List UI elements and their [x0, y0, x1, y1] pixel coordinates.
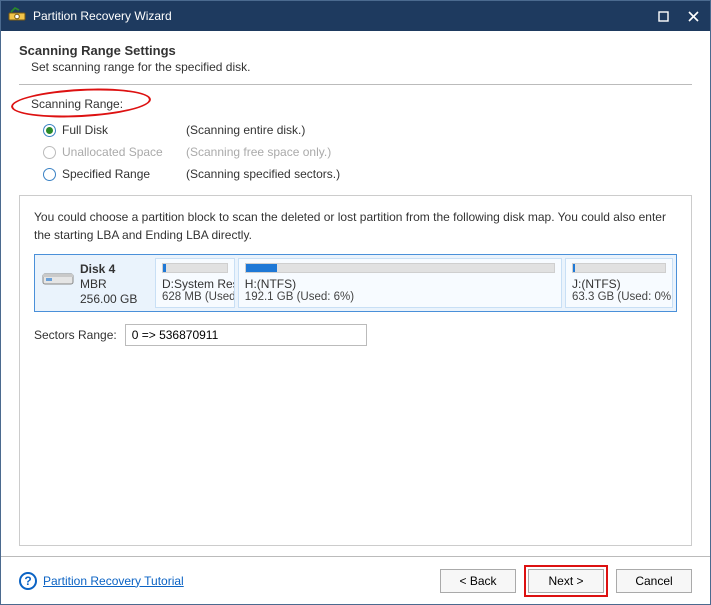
sectors-range-input[interactable]: [125, 324, 367, 346]
partition-label: J:(NTFS): [572, 277, 666, 291]
annotation-next-highlight: Next >: [524, 565, 608, 597]
partition-sub: 192.1 GB (Used: 6%): [245, 291, 555, 303]
radio-group: Full Disk (Scanning entire disk.) Unallo…: [43, 119, 692, 185]
radio-specified-range[interactable]: [43, 168, 56, 181]
scanning-range-label: Scanning Range:: [31, 97, 123, 111]
footer: ? Partition Recovery Tutorial < Back Nex…: [1, 556, 710, 604]
back-button[interactable]: < Back: [440, 569, 516, 593]
partition-block[interactable]: D:System Res628 MB (Used: [155, 258, 235, 308]
partition-label: D:System Res: [162, 277, 228, 291]
close-button[interactable]: [682, 5, 704, 27]
partition-label: H:(NTFS): [245, 277, 555, 291]
radio-full-disk[interactable]: [43, 124, 56, 137]
window-controls: [652, 5, 704, 27]
page-heading: Scanning Range Settings: [19, 43, 692, 58]
page-subheading: Set scanning range for the specified dis…: [31, 60, 692, 74]
partitions: D:System Res628 MB (UsedH:(NTFS)192.1 GB…: [155, 258, 673, 308]
disk-info: Disk 4 MBR 256.00 GB: [38, 258, 152, 308]
partition-sub: 63.3 GB (Used: 0%: [572, 291, 666, 303]
hard-drive-icon: [42, 268, 74, 290]
sectors-range-label: Sectors Range:: [34, 328, 117, 342]
radio-unallocated: [43, 146, 56, 159]
tutorial-link[interactable]: Partition Recovery Tutorial: [43, 574, 184, 588]
disk-map-panel: You could choose a partition block to sc…: [19, 195, 692, 546]
help-icon: ?: [19, 572, 37, 590]
maximize-button[interactable]: [652, 5, 674, 27]
disk-map: Disk 4 MBR 256.00 GB D:System Res628 MB …: [34, 254, 677, 312]
panel-instructions: You could choose a partition block to sc…: [34, 208, 677, 244]
section-label-wrap: Scanning Range:: [31, 97, 692, 111]
radio-full-disk-desc: (Scanning entire disk.): [186, 123, 305, 137]
divider: [19, 84, 692, 85]
next-button[interactable]: Next >: [528, 569, 604, 593]
radio-specified-range-label[interactable]: Specified Range: [62, 167, 180, 181]
disk-scheme: MBR: [80, 277, 137, 292]
disk-size: 256.00 GB: [80, 292, 137, 307]
partition-block[interactable]: J:(NTFS)63.3 GB (Used: 0%: [565, 258, 673, 308]
radio-full-disk-label[interactable]: Full Disk: [62, 123, 180, 137]
radio-specified-range-desc: (Scanning specified sectors.): [186, 167, 340, 181]
app-icon: [7, 6, 27, 26]
partition-block[interactable]: H:(NTFS)192.1 GB (Used: 6%): [238, 258, 562, 308]
content-area: Scanning Range Settings Set scanning ran…: [1, 31, 710, 556]
radio-unallocated-desc: (Scanning free space only.): [186, 145, 331, 159]
titlebar: Partition Recovery Wizard: [1, 1, 710, 31]
cancel-button[interactable]: Cancel: [616, 569, 692, 593]
radio-unallocated-label: Unallocated Space: [62, 145, 180, 159]
partition-sub: 628 MB (Used: [162, 291, 228, 303]
window-title: Partition Recovery Wizard: [33, 9, 172, 23]
disk-name: Disk 4: [80, 262, 137, 277]
